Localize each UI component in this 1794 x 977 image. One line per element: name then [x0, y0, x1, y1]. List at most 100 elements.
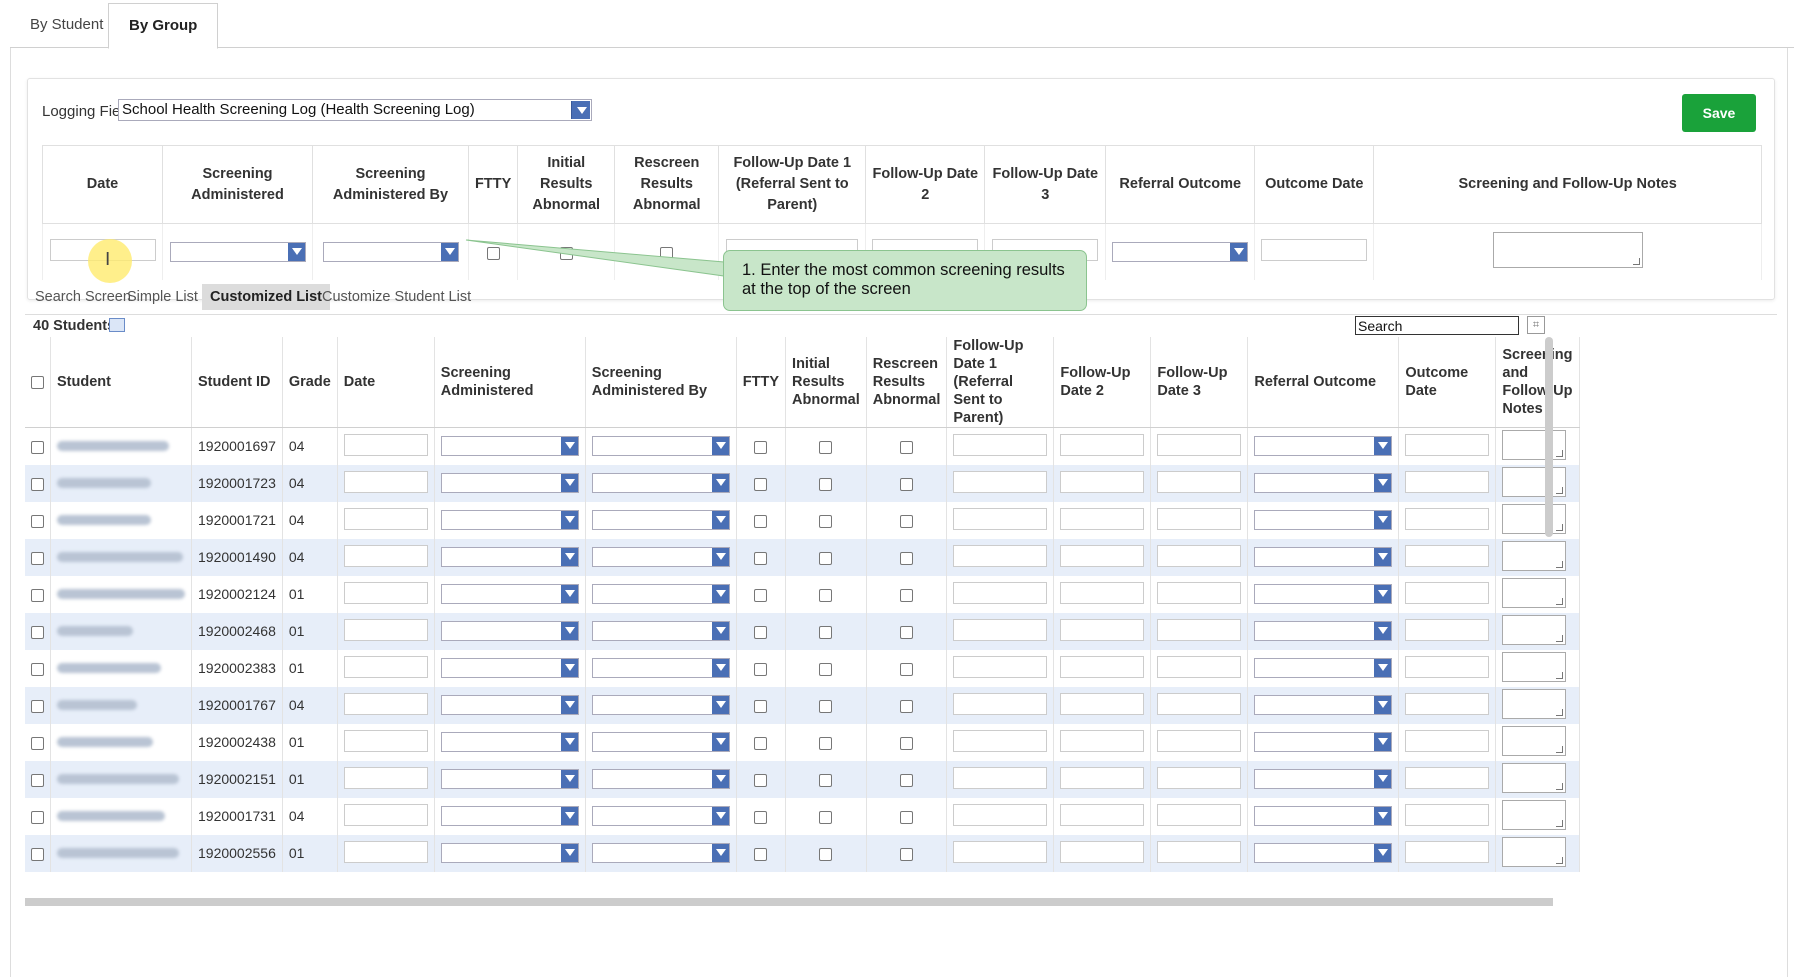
row-checkbox[interactable]: [900, 514, 914, 528]
row-input[interactable]: [1060, 692, 1145, 715]
search-input[interactable]: [1355, 316, 1519, 335]
row-input[interactable]: [1405, 618, 1490, 641]
row-input[interactable]: [1157, 803, 1242, 826]
chevron-down-icon[interactable]: [571, 101, 590, 119]
row-notes-textarea[interactable]: [1502, 614, 1567, 645]
row-select[interactable]: [440, 732, 579, 752]
row-select[interactable]: [440, 473, 579, 493]
chevron-down-icon[interactable]: [560, 733, 578, 751]
chevron-down-icon[interactable]: [440, 242, 458, 261]
row-checkbox[interactable]: [31, 810, 44, 824]
row-select[interactable]: [440, 658, 579, 678]
chevron-down-icon[interactable]: [560, 770, 578, 788]
row-checkbox[interactable]: [31, 514, 44, 528]
row-select[interactable]: [1254, 510, 1393, 530]
row-input[interactable]: [343, 581, 428, 604]
row-checkbox[interactable]: [31, 662, 44, 676]
row-checkbox[interactable]: [31, 736, 44, 750]
row-select[interactable]: [440, 843, 579, 863]
chevron-down-icon[interactable]: [1374, 696, 1392, 714]
row-input[interactable]: [1060, 655, 1145, 678]
row-input[interactable]: [953, 618, 1048, 641]
row-select[interactable]: [1254, 658, 1393, 678]
row-select[interactable]: [591, 769, 730, 789]
chevron-down-icon[interactable]: [1374, 437, 1392, 456]
row-checkbox[interactable]: [754, 699, 768, 713]
row-input[interactable]: [1405, 840, 1490, 863]
row-checkbox[interactable]: [754, 441, 768, 455]
row-checkbox[interactable]: [754, 773, 768, 787]
row-select[interactable]: [440, 510, 579, 530]
chevron-down-icon[interactable]: [1374, 844, 1392, 862]
row-input[interactable]: [1157, 766, 1242, 789]
row-input[interactable]: [953, 507, 1048, 530]
row-input[interactable]: [1157, 692, 1242, 715]
chevron-down-icon[interactable]: [560, 511, 578, 529]
row-input[interactable]: [953, 840, 1048, 863]
row-checkbox[interactable]: [31, 625, 44, 639]
row-notes-textarea[interactable]: [1502, 836, 1567, 867]
row-select[interactable]: [591, 547, 730, 567]
row-checkbox[interactable]: [31, 699, 44, 713]
row-checkbox[interactable]: [31, 477, 44, 491]
chevron-down-icon[interactable]: [711, 696, 729, 714]
row-input[interactable]: [343, 729, 428, 752]
row-input[interactable]: [953, 470, 1048, 493]
row-input[interactable]: [1157, 507, 1242, 530]
row-checkbox[interactable]: [900, 773, 914, 787]
row-select[interactable]: [591, 621, 730, 641]
row-select[interactable]: [1254, 621, 1393, 641]
row-input[interactable]: [1060, 618, 1145, 641]
row-input[interactable]: [343, 655, 428, 678]
row-checkbox[interactable]: [754, 625, 768, 639]
row-checkbox[interactable]: [900, 662, 914, 676]
row-input[interactable]: [1060, 544, 1145, 567]
select-all-checkbox[interactable]: [31, 375, 44, 389]
row-notes-textarea[interactable]: [1502, 725, 1567, 756]
row-select[interactable]: [591, 695, 730, 715]
row-input[interactable]: [343, 840, 428, 863]
chevron-down-icon[interactable]: [711, 585, 729, 603]
row-input[interactable]: [1157, 544, 1242, 567]
chevron-down-icon[interactable]: [1374, 770, 1392, 788]
row-input[interactable]: [1405, 803, 1490, 826]
row-input[interactable]: [1060, 507, 1145, 530]
row-checkbox[interactable]: [900, 736, 914, 750]
row-input[interactable]: [1157, 433, 1242, 456]
row-input[interactable]: [1157, 618, 1242, 641]
chevron-down-icon[interactable]: [560, 548, 578, 566]
row-select[interactable]: [440, 584, 579, 604]
chevron-down-icon[interactable]: [1230, 242, 1248, 261]
row-input[interactable]: [1157, 840, 1242, 863]
row-notes-textarea[interactable]: [1502, 577, 1567, 608]
row-checkbox[interactable]: [31, 847, 44, 861]
row-input[interactable]: [1405, 729, 1490, 752]
row-input[interactable]: [1157, 581, 1242, 604]
chevron-down-icon[interactable]: [560, 696, 578, 714]
chevron-down-icon[interactable]: [560, 807, 578, 825]
common-referral-outcome-select[interactable]: [1112, 241, 1249, 262]
row-select[interactable]: [440, 621, 579, 641]
row-checkbox[interactable]: [819, 514, 833, 528]
row-select[interactable]: [440, 769, 579, 789]
row-select[interactable]: [440, 547, 579, 567]
row-input[interactable]: [1060, 803, 1145, 826]
row-input[interactable]: [1405, 692, 1490, 715]
row-checkbox[interactable]: [754, 477, 768, 491]
subtab-customized-list[interactable]: Customized List: [202, 284, 330, 310]
row-select[interactable]: [1254, 584, 1393, 604]
chevron-down-icon[interactable]: [711, 548, 729, 566]
export-icon[interactable]: [109, 318, 125, 332]
row-input[interactable]: [1060, 729, 1145, 752]
row-notes-textarea[interactable]: [1502, 762, 1567, 793]
row-input[interactable]: [1405, 544, 1490, 567]
vertical-scrollbar[interactable]: [1545, 337, 1553, 537]
row-select[interactable]: [591, 658, 730, 678]
row-checkbox[interactable]: [754, 514, 768, 528]
chevron-down-icon[interactable]: [711, 770, 729, 788]
row-input[interactable]: [1157, 655, 1242, 678]
row-checkbox[interactable]: [31, 551, 44, 565]
chevron-down-icon[interactable]: [560, 844, 578, 862]
row-checkbox[interactable]: [900, 551, 914, 565]
chevron-down-icon[interactable]: [1374, 659, 1392, 677]
